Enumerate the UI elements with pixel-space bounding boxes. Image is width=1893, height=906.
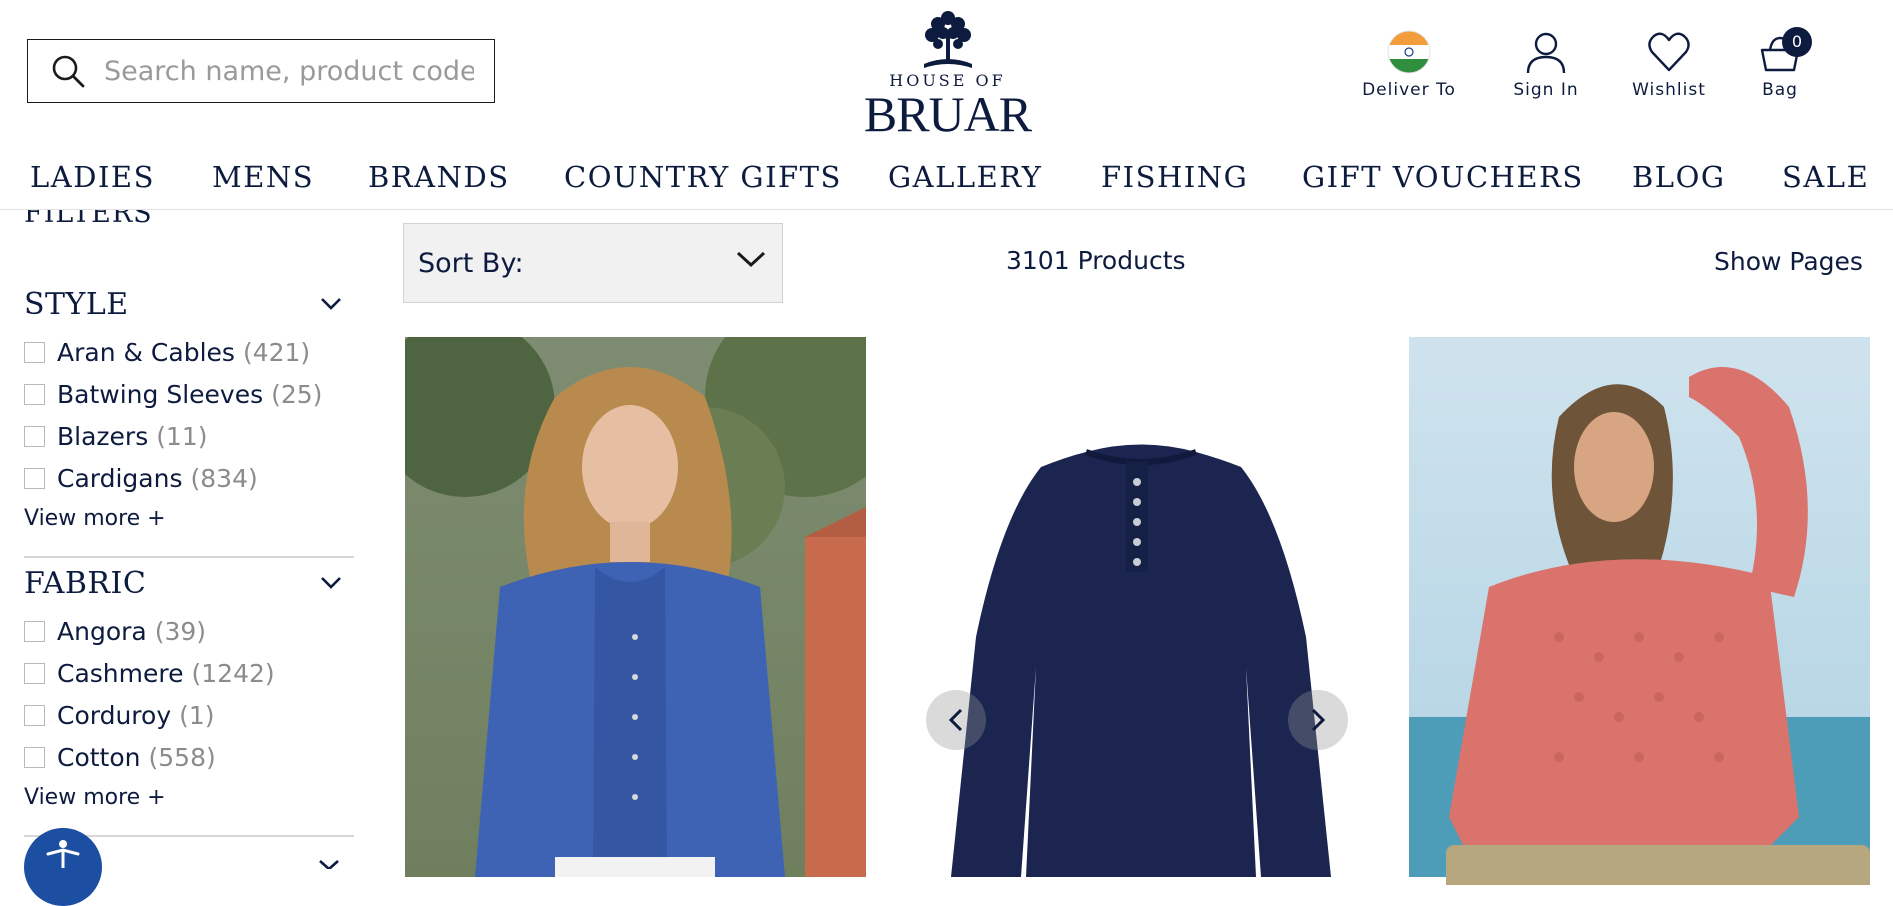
filter-option-label: Batwing Sleeves bbox=[57, 379, 264, 409]
product-card[interactable] bbox=[886, 337, 1386, 877]
nav-item-blog[interactable]: BLOG bbox=[1632, 160, 1726, 194]
product-card[interactable] bbox=[1409, 337, 1870, 877]
tree-logo-icon bbox=[923, 11, 972, 68]
filter-option-count: (1242) bbox=[191, 658, 275, 688]
nav-item-fishing[interactable]: FISHING bbox=[1101, 160, 1248, 194]
filter-option-label: Blazers bbox=[57, 421, 149, 451]
india-flag-icon bbox=[1387, 30, 1431, 74]
nav-item-gift-vouchers[interactable]: GIFT VOUCHERS bbox=[1302, 160, 1584, 194]
chevron-down-icon bbox=[321, 298, 341, 310]
deliver-to-button[interactable]: Deliver To bbox=[1356, 30, 1462, 100]
sign-in-button[interactable]: Sign In bbox=[1503, 30, 1589, 100]
carousel-next-button[interactable] bbox=[1288, 690, 1348, 750]
nav-item-country-gifts[interactable]: COUNTRY GIFTS bbox=[564, 160, 842, 194]
sort-dropdown[interactable]: Sort By: bbox=[403, 223, 783, 303]
product-image-blue-cardigan bbox=[405, 337, 866, 877]
checkbox[interactable] bbox=[24, 746, 45, 768]
filter-option[interactable]: Cotton (558) bbox=[24, 736, 354, 778]
filter-option-count: (834) bbox=[190, 463, 258, 493]
nav-item-ladies[interactable]: LADIES bbox=[30, 160, 155, 194]
chevron-down-icon bbox=[321, 577, 341, 589]
product-image-navy-jumper bbox=[886, 337, 1386, 877]
facet-style: STYLE Aran & Cables (421) Batwing Sleeves… bbox=[24, 287, 354, 539]
main-nav: LADIES MENS BRANDS COUNTRY GIFTS GALLERY… bbox=[0, 156, 1893, 210]
product-image-pink-jumper bbox=[1409, 337, 1870, 877]
user-icon bbox=[1526, 32, 1566, 74]
filter-option-label: Aran & Cables bbox=[57, 337, 235, 367]
search-box[interactable] bbox=[27, 39, 495, 103]
filter-option-count: (558) bbox=[148, 742, 216, 772]
view-more-link[interactable]: View more + bbox=[24, 499, 354, 539]
filter-option-label: Angora bbox=[57, 616, 147, 646]
filter-option-label: Cotton bbox=[57, 742, 141, 772]
checkbox[interactable] bbox=[24, 425, 45, 447]
filter-option-count: (1) bbox=[179, 700, 215, 730]
heart-icon bbox=[1648, 32, 1690, 72]
accessibility-icon bbox=[46, 840, 80, 868]
search-input[interactable] bbox=[104, 55, 474, 87]
checkbox[interactable] bbox=[24, 341, 45, 363]
facet-fabric: FABRIC Angora (39) Cashmere (1242) Corduro… bbox=[24, 566, 354, 818]
bag-button[interactable]: 0 Bag bbox=[1752, 27, 1812, 100]
filter-option-count: (421) bbox=[242, 337, 311, 367]
quick-add-bar[interactable] bbox=[1446, 845, 1870, 885]
checkbox[interactable] bbox=[24, 620, 45, 642]
sort-label: Sort By: bbox=[418, 247, 524, 279]
nav-item-gallery[interactable]: GALLERY bbox=[888, 160, 1042, 194]
filter-option-label: Corduroy bbox=[57, 700, 172, 730]
filter-option[interactable]: Cardigans (834) bbox=[24, 457, 354, 499]
checkbox[interactable] bbox=[24, 383, 45, 405]
filter-option[interactable]: Corduroy (1) bbox=[24, 694, 354, 736]
wishlist-button[interactable]: Wishlist bbox=[1624, 30, 1714, 100]
carousel-prev-button[interactable] bbox=[926, 690, 986, 750]
logo-bruar: BRUAR bbox=[863, 86, 1032, 142]
filter-option-count: (39) bbox=[154, 616, 207, 646]
facet-style-title: STYLE bbox=[24, 287, 129, 322]
chevron-left-icon bbox=[948, 708, 963, 732]
nav-item-sale[interactable]: SALE bbox=[1782, 160, 1869, 194]
deliver-to-label: Deliver To bbox=[1362, 80, 1456, 100]
facet-fabric-title: FABRIC bbox=[24, 566, 147, 601]
checkbox[interactable] bbox=[24, 704, 45, 726]
search-icon[interactable] bbox=[50, 53, 86, 89]
filter-option-count: (11) bbox=[156, 421, 208, 451]
filter-option[interactable]: Batwing Sleeves (25) bbox=[24, 373, 354, 415]
sign-in-label: Sign In bbox=[1513, 80, 1579, 100]
nav-item-mens[interactable]: MENS bbox=[212, 160, 314, 194]
chevron-down-icon bbox=[319, 860, 339, 869]
checkbox[interactable] bbox=[24, 662, 45, 684]
accessibility-button[interactable] bbox=[24, 828, 102, 906]
facet-fabric-header[interactable]: FABRIC bbox=[24, 566, 354, 610]
bag-count-badge: 0 bbox=[1782, 27, 1812, 57]
filter-option-count: (25) bbox=[271, 379, 323, 409]
bag-label: Bag bbox=[1762, 80, 1798, 100]
checkbox[interactable] bbox=[24, 467, 45, 489]
view-more-link[interactable]: View more + bbox=[24, 778, 354, 818]
filter-option[interactable]: Cashmere (1242) bbox=[24, 652, 354, 694]
filter-option[interactable]: Aran & Cables (421) bbox=[24, 331, 354, 373]
filter-option[interactable]: Angora (39) bbox=[24, 610, 354, 652]
filter-option[interactable]: Blazers (11) bbox=[24, 415, 354, 457]
wishlist-label: Wishlist bbox=[1632, 80, 1706, 100]
divider bbox=[24, 556, 354, 558]
facet-style-header[interactable]: STYLE bbox=[24, 287, 354, 331]
filter-option-label: Cardigans bbox=[57, 463, 183, 493]
site-logo[interactable]: HOUSE OF BRUAR bbox=[860, 8, 1035, 142]
nav-item-brands[interactable]: BRANDS bbox=[368, 160, 510, 194]
chevron-right-icon bbox=[1311, 708, 1326, 732]
product-count: 3101 Products bbox=[1006, 246, 1186, 275]
chevron-down-icon bbox=[736, 251, 766, 268]
show-pages-link[interactable]: Show Pages bbox=[1714, 247, 1863, 276]
filter-option-label: Cashmere bbox=[57, 658, 184, 688]
product-card[interactable] bbox=[405, 337, 866, 877]
